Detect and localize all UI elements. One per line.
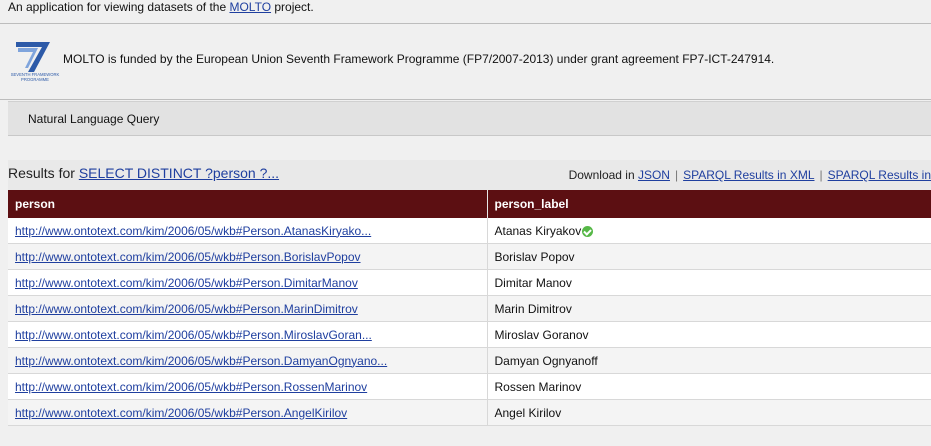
download-links: Download in JSON | SPARQL Results in XML | S…: [569, 167, 931, 183]
person-label-cell: Dimitar Manov: [487, 269, 931, 296]
results-bar: Results for SELECT DISTINCT ?person ?...…: [8, 160, 931, 190]
table-header-row: person person_label: [8, 190, 931, 218]
molto-link[interactable]: MOLTO: [229, 0, 271, 14]
table-row: http://www.ontotext.com/kim/2006/05/wkb#…: [8, 321, 931, 348]
person-label-cell: Miroslav Goranov: [487, 321, 931, 348]
download-label: Download in: [568, 168, 638, 182]
fp7-logo: SEVENTH FRAMEWORK PROGRAMME: [8, 38, 62, 84]
person-uri-link[interactable]: http://www.ontotext.com/kim/2006/05/wkb#…: [15, 302, 358, 316]
person-uri-link[interactable]: http://www.ontotext.com/kim/2006/05/wkb#…: [15, 406, 347, 420]
divider: [0, 99, 931, 100]
table-row: http://www.ontotext.com/kim/2006/05/wkb#…: [8, 269, 931, 296]
separator: |: [819, 168, 823, 182]
person-cell: http://www.ontotext.com/kim/2006/05/wkb#…: [8, 295, 488, 322]
person-label-cell: Damyan Ognyanoff: [487, 347, 931, 374]
person-label-cell: Atanas Kiryakov: [487, 218, 931, 244]
person-cell: http://www.ontotext.com/kim/2006/05/wkb#…: [8, 399, 488, 426]
app-description-suffix: project.: [271, 0, 314, 14]
app-description: An application for viewing datasets of t…: [8, 0, 314, 14]
person-uri-link[interactable]: http://www.ontotext.com/kim/2006/05/wkb#…: [15, 328, 372, 342]
person-uri-link[interactable]: http://www.ontotext.com/kim/2006/05/wkb#…: [15, 224, 371, 238]
person-cell: http://www.ontotext.com/kim/2006/05/wkb#…: [8, 321, 488, 348]
person-label: Dimitar Manov: [494, 275, 572, 290]
person-label-cell: Angel Kirilov: [487, 399, 931, 426]
person-label: Borislav Popov: [494, 249, 575, 264]
person-label: Atanas Kiryakov: [494, 223, 582, 238]
person-cell: http://www.ontotext.com/kim/2006/05/wkb#…: [8, 347, 488, 374]
results-prefix: Results for: [8, 165, 79, 181]
person-uri-link[interactable]: http://www.ontotext.com/kim/2006/05/wkb#…: [15, 380, 367, 394]
column-header-person-label[interactable]: person_label: [487, 190, 931, 218]
download-other-link[interactable]: SPARQL Results in: [828, 168, 931, 182]
nlq-label[interactable]: Natural Language Query: [28, 111, 159, 127]
results-table: person person_label http://www.ontotext.…: [8, 190, 931, 426]
person-uri-link[interactable]: http://www.ontotext.com/kim/2006/05/wkb#…: [15, 354, 387, 368]
person-label: Angel Kirilov: [494, 405, 562, 420]
table-row: http://www.ontotext.com/kim/2006/05/wkb#…: [8, 373, 931, 400]
funding-text: MOLTO is funded by the European Union Se…: [63, 52, 775, 66]
divider: [0, 23, 931, 24]
person-label: Rossen Marinov: [494, 379, 582, 394]
results-title: Results for SELECT DISTINCT ?person ?...: [8, 164, 279, 182]
person-uri-link[interactable]: http://www.ontotext.com/kim/2006/05/wkb#…: [15, 276, 358, 290]
person-label-cell: Marin Dimitrov: [487, 295, 931, 322]
check-icon: [582, 225, 594, 237]
query-link[interactable]: SELECT DISTINCT ?person ?...: [79, 165, 279, 181]
fp7-logo-graphic: SEVENTH FRAMEWORK PROGRAMME: [11, 42, 60, 82]
person-label-cell: Borislav Popov: [487, 243, 931, 270]
nlq-section[interactable]: Natural Language Query: [8, 101, 931, 136]
person-cell: http://www.ontotext.com/kim/2006/05/wkb#…: [8, 373, 488, 400]
table-row: http://www.ontotext.com/kim/2006/05/wkb#…: [8, 295, 931, 322]
person-cell: http://www.ontotext.com/kim/2006/05/wkb#…: [8, 218, 488, 244]
separator: |: [674, 168, 679, 182]
person-label: Miroslav Goranov: [494, 327, 589, 342]
table-row: http://www.ontotext.com/kim/2006/05/wkb#…: [8, 347, 931, 374]
download-json-link[interactable]: JSON: [638, 168, 670, 182]
column-header-person[interactable]: person: [8, 190, 488, 218]
app-description-text: An application for viewing datasets of t…: [8, 0, 230, 14]
table-row: http://www.ontotext.com/kim/2006/05/wkb#…: [8, 399, 931, 426]
table-row: http://www.ontotext.com/kim/2006/05/wkb#…: [8, 243, 931, 270]
person-label: Marin Dimitrov: [494, 301, 572, 316]
person-cell: http://www.ontotext.com/kim/2006/05/wkb#…: [8, 269, 488, 296]
person-uri-link[interactable]: http://www.ontotext.com/kim/2006/05/wkb#…: [15, 250, 361, 264]
person-label-cell: Rossen Marinov: [487, 373, 931, 400]
table-row: http://www.ontotext.com/kim/2006/05/wkb#…: [8, 218, 931, 244]
person-cell: http://www.ontotext.com/kim/2006/05/wkb#…: [8, 243, 488, 270]
fp7-logo-line2: PROGRAMME: [21, 77, 49, 82]
download-xml-link[interactable]: SPARQL Results in XML: [683, 168, 814, 182]
person-label: Damyan Ognyanoff: [494, 353, 598, 368]
